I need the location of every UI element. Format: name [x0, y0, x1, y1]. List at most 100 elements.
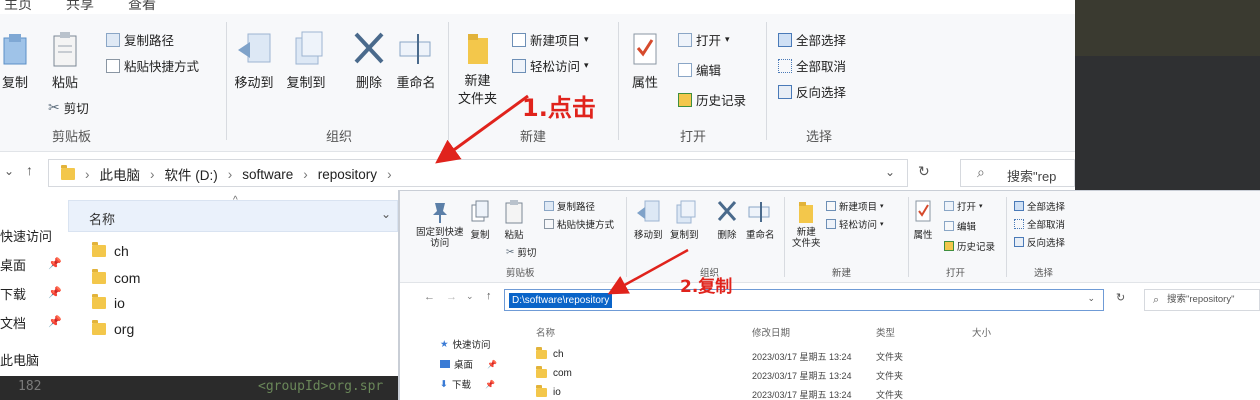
chevron-down-icon[interactable]: ⌄: [466, 291, 474, 302]
copy-to-button[interactable]: 复制到: [670, 199, 699, 241]
nav-this-pc[interactable]: 此电脑: [0, 350, 39, 369]
item-name: ch: [114, 243, 129, 259]
new-folder-button[interactable]: 新建 文件夹: [792, 199, 821, 249]
move-to-button[interactable]: 移动到: [634, 199, 663, 241]
invert-selection-button[interactable]: 反向选择: [778, 82, 846, 101]
chevron-down-icon[interactable]: ⌄: [381, 207, 391, 221]
step2-label: 2.复制: [680, 277, 733, 297]
copy-to-button[interactable]: 复制到: [286, 30, 326, 91]
rename-button[interactable]: 重命名: [746, 199, 775, 241]
delete-button[interactable]: 删除: [716, 199, 738, 241]
move-to-button[interactable]: 移动到: [234, 30, 274, 91]
delete-button[interactable]: 删除: [352, 30, 386, 91]
tab-view[interactable]: 查看: [128, 0, 156, 14]
background-app-top: [1075, 0, 1260, 56]
nav-label: 下载: [451, 380, 471, 391]
open-button[interactable]: 打开 ▾: [678, 30, 730, 49]
paste-shortcut-button[interactable]: 粘贴快捷方式: [544, 217, 614, 231]
nav-quick-access[interactable]: 快速访问: [0, 226, 52, 245]
breadcrumb-item[interactable]: 软件 (D:): [165, 164, 218, 184]
cut-button[interactable]: ✂ 剪切: [48, 98, 89, 117]
pin-icon: 📌: [487, 359, 497, 369]
history-dropdown-icon[interactable]: ⌄: [1087, 293, 1095, 304]
nav-desktop[interactable]: 桌面: [0, 255, 26, 274]
search-input[interactable]: ⌕ 搜索"repository": [1144, 289, 1260, 311]
pin-quick-access-button[interactable]: 复制: [0, 32, 30, 91]
open-button[interactable]: 打开 ▾: [944, 199, 983, 213]
address-bar[interactable]: › 此电脑 › 软件 (D:) › software › repository …: [48, 159, 908, 187]
search-icon: ⌕: [1153, 294, 1160, 306]
properties-button[interactable]: 属性: [628, 30, 662, 91]
copy-button[interactable]: 复制: [470, 199, 490, 241]
list-item[interactable]: ch: [92, 242, 129, 259]
nav-downloads[interactable]: 下载: [0, 284, 26, 303]
paste-shortcut-label: 粘贴快捷方式: [124, 60, 200, 74]
column-type[interactable]: 类型: [876, 325, 895, 339]
up-arrow-icon[interactable]: ↑: [26, 162, 33, 178]
nav-documents[interactable]: 文档: [0, 313, 26, 332]
list-item[interactable]: io: [92, 294, 125, 311]
select-none-label: 全部取消: [796, 60, 847, 74]
select-none-button[interactable]: 全部取消: [1014, 217, 1065, 231]
nav-quick-access[interactable]: ★ 快速访问: [440, 337, 491, 352]
select-none-button[interactable]: 全部取消: [778, 56, 846, 75]
pin-quick-access-button[interactable]: 固定到快速 访问: [416, 199, 464, 249]
edit-button[interactable]: 编辑: [944, 219, 976, 233]
list-item[interactable]: com: [92, 269, 140, 286]
history-button[interactable]: 历史记录: [678, 90, 746, 109]
paste-shortcut-button[interactable]: 粘贴快捷方式: [106, 56, 199, 75]
refresh-icon[interactable]: ↻: [1116, 291, 1125, 304]
group-select: 选择: [806, 129, 833, 144]
new-item-button[interactable]: 新建项目 ▾: [826, 199, 884, 213]
paste-button[interactable]: 粘贴: [504, 199, 524, 241]
tab-share[interactable]: 共享: [66, 0, 94, 14]
rename-button[interactable]: 重命名: [396, 30, 436, 91]
folder-icon: [92, 269, 106, 284]
column-date-modified[interactable]: 修改日期: [752, 325, 790, 339]
easy-access-button[interactable]: 轻松访问 ▾: [512, 56, 589, 75]
back-arrow-icon[interactable]: ←: [424, 291, 435, 303]
breadcrumb-item[interactable]: software: [242, 167, 293, 182]
breadcrumb-item[interactable]: 此电脑: [100, 164, 141, 184]
tab-home[interactable]: 主页: [4, 0, 32, 14]
properties-button[interactable]: 属性: [912, 199, 934, 241]
select-all-icon: [1014, 201, 1024, 211]
up-arrow-icon[interactable]: ↑: [486, 290, 492, 302]
file-row[interactable]: io: [536, 385, 561, 398]
edit-label: 编辑: [957, 222, 977, 233]
list-item[interactable]: org: [92, 320, 134, 337]
new-folder-icon: [799, 202, 814, 223]
rename-label: 重命名: [396, 75, 436, 90]
nav-downloads[interactable]: ⬇ 下载 📌: [440, 377, 495, 392]
new-folder-button[interactable]: 新建 文件夹: [458, 30, 497, 108]
breadcrumb-item[interactable]: repository: [318, 167, 377, 182]
column-size[interactable]: 大小: [972, 325, 991, 339]
nav-desktop[interactable]: 桌面 📌: [440, 357, 497, 371]
select-all-button[interactable]: 全部选择: [778, 30, 846, 49]
easy-access-button[interactable]: 轻松访问 ▾: [826, 217, 884, 231]
nav-label: 快速访问: [452, 340, 491, 351]
forward-arrow-icon[interactable]: →: [446, 291, 457, 303]
column-name[interactable]: 名称: [89, 209, 115, 228]
history-button[interactable]: 历史记录: [944, 239, 995, 253]
invert-selection-button[interactable]: 反向选择: [1014, 235, 1065, 249]
select-all-button[interactable]: 全部选择: [1014, 199, 1065, 213]
chevron-down-icon[interactable]: ⌄: [4, 164, 14, 178]
search-input[interactable]: ⌕ 搜索"rep: [960, 159, 1075, 187]
star-icon: ★: [440, 338, 449, 350]
divider: [618, 22, 619, 140]
file-row[interactable]: com: [536, 366, 572, 379]
column-name[interactable]: 名称: [536, 325, 555, 339]
copy-path-button[interactable]: 复制路径: [106, 30, 174, 49]
column-header-row: 名称 ^ ⌄: [68, 195, 398, 232]
address-input[interactable]: D:\software\repository ⌄: [504, 289, 1104, 311]
cut-button[interactable]: ✂ 剪切: [506, 245, 536, 260]
paste-button[interactable]: 粘贴: [50, 30, 80, 91]
new-item-button[interactable]: 新建项目 ▾: [512, 30, 589, 49]
edit-button[interactable]: 编辑: [678, 60, 721, 79]
file-row[interactable]: ch: [536, 347, 564, 360]
copy-path-button[interactable]: 复制路径: [544, 199, 595, 213]
refresh-icon[interactable]: ↻: [918, 163, 930, 180]
history-dropdown-icon[interactable]: ⌄: [885, 165, 895, 179]
copy-to-icon: [676, 200, 696, 224]
